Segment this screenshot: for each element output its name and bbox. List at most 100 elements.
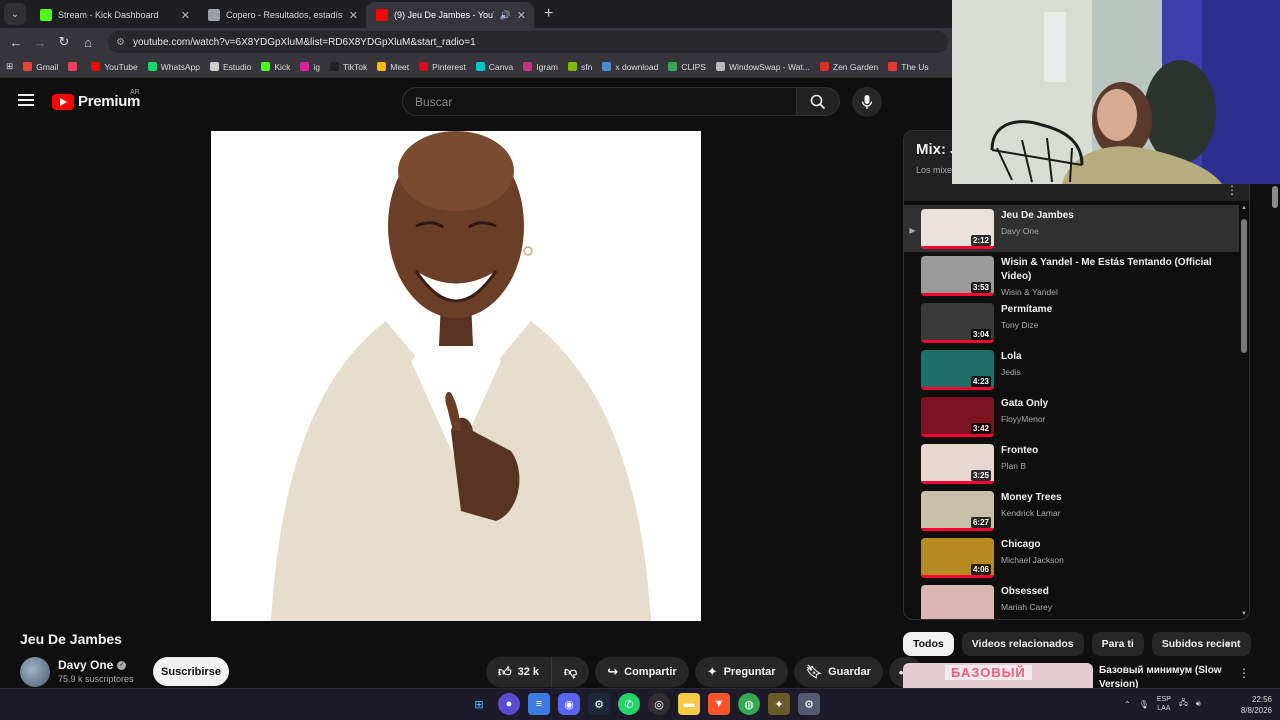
game-icon[interactable]: ✦ — [768, 693, 790, 715]
bookmark-item[interactable]: YouTube — [91, 62, 138, 72]
save-button[interactable]: 🔖︎ Guardar — [793, 657, 883, 687]
subscribe-button[interactable]: Suscribirse — [153, 657, 229, 686]
playlist-item[interactable]: 3:04 Permítame Tony Dize — [904, 299, 1239, 346]
forward-icon[interactable]: → — [28, 35, 52, 50]
search-button[interactable] — [796, 87, 840, 116]
bookmark-item[interactable]: CLIPS — [668, 62, 706, 72]
tab-youtube[interactable]: (9) Jeu De Jambes - YouTub 🔊 ✕ — [366, 2, 534, 28]
playlist-item-thumbnail[interactable]: 4:23 — [921, 350, 994, 390]
filter-chip[interactable]: Todos — [903, 632, 954, 656]
playlist-item-thumbnail[interactable]: 2:12 — [921, 209, 994, 249]
settings-icon[interactable]: ⚙ — [798, 693, 820, 715]
page-scroll-thumb[interactable] — [1272, 186, 1278, 208]
speaker-icon[interactable]: 🔊 — [500, 10, 511, 21]
bookmark-item[interactable]: WindowSwap - Wat... — [715, 62, 810, 72]
bookmark-item[interactable]: WhatsApp — [147, 62, 200, 72]
obs-icon[interactable]: ◎ — [648, 693, 670, 715]
chrome-icon[interactable]: ◍ — [738, 693, 760, 715]
steam-icon[interactable]: ⚙ — [588, 693, 610, 715]
scroll-up-icon[interactable]: ▲ — [1241, 205, 1247, 211]
playlist-item[interactable]: 3:42 Gata Only FloyyMenor — [904, 393, 1239, 440]
playlist-scroll-thumb[interactable] — [1241, 219, 1247, 353]
volume-icon[interactable]: 🔊︎ — [1196, 699, 1201, 709]
discord-icon[interactable]: ◉ — [558, 693, 580, 715]
related-video-thumbnail[interactable]: БАЗОВЫЙ — [903, 663, 1093, 689]
bookmark-item[interactable]: sfn — [568, 62, 592, 72]
dislike-button[interactable]: 👎︎ — [552, 657, 590, 687]
close-tab-icon[interactable]: ✕ — [181, 9, 190, 22]
notes-icon[interactable]: ≡ — [528, 693, 550, 715]
chevron-right-icon[interactable]: › — [1226, 635, 1231, 651]
app-icon[interactable]: ● — [498, 693, 520, 715]
playlist-item[interactable]: 3:25 Fronteo Plan B — [904, 440, 1239, 487]
voice-search-button[interactable] — [852, 87, 882, 117]
ask-button[interactable]: ✦ Preguntar — [694, 657, 788, 687]
scroll-down-icon[interactable]: ▼ — [1241, 611, 1247, 617]
page-scrollbar[interactable] — [1270, 184, 1280, 688]
playlist-item-thumbnail[interactable]: 3:25 — [921, 444, 994, 484]
bookmark-item[interactable]: Estudio — [209, 62, 251, 72]
bookmark-item[interactable]: Kick — [261, 62, 290, 72]
playlist-item-thumbnail[interactable]: 4:06 — [921, 538, 994, 578]
close-tab-icon[interactable]: ✕ — [517, 9, 526, 22]
menu-icon[interactable] — [18, 94, 34, 106]
chevron-up-icon[interactable]: ⌃ — [1124, 700, 1131, 709]
tab-copero[interactable]: Copero - Resultados, estadístic ✕ — [198, 2, 366, 28]
new-tab-button[interactable]: + — [544, 5, 553, 23]
tab-search-button[interactable]: ⌄ — [4, 3, 26, 25]
back-icon[interactable]: ← — [4, 35, 28, 50]
tab-kick-dashboard[interactable]: Stream - Kick Dashboard ✕ — [30, 2, 198, 28]
related-more-icon[interactable]: ⋮ — [1238, 666, 1250, 680]
channel-avatar[interactable] — [20, 657, 50, 687]
address-bar[interactable]: ⚙ youtube.com/watch?v=6X8YDGpXluM&list=R… — [108, 31, 948, 53]
bookmark-item[interactable]: Canva — [475, 62, 513, 72]
kick-favicon-icon — [40, 9, 52, 21]
playlist-item-thumbnail[interactable]: 3:42 — [921, 397, 994, 437]
bookmark-item[interactable]: Gmail — [23, 62, 58, 72]
bookmark-item[interactable] — [68, 62, 81, 71]
playlist-item[interactable]: 3:53 Wisin & Yandel - Me Estás Tentando (… — [904, 252, 1239, 299]
apps-icon[interactable]: ⊞ — [6, 61, 13, 72]
microphone-tray-icon[interactable]: 🎙︎ — [1139, 700, 1149, 709]
filter-chip[interactable]: Subidos recient — [1151, 632, 1251, 656]
share-button[interactable]: ↪ Compartir — [595, 657, 689, 687]
playlist-item-meta: Obsessed Mariah Carey — [1001, 585, 1221, 612]
youtube-premium-logo[interactable]: Premium AR — [52, 89, 140, 110]
bookmark-item[interactable]: ig — [300, 62, 320, 72]
playlist-scrollbar[interactable]: ▲ ▼ — [1241, 205, 1247, 619]
home-icon[interactable]: ⌂ — [76, 35, 100, 50]
video-player[interactable] — [211, 131, 701, 621]
playlist-more-icon[interactable]: ⋮ — [1226, 183, 1238, 197]
like-button[interactable]: 👍︎ 32 k — [486, 657, 553, 687]
channel-name-link[interactable]: Davy One ✓ — [58, 658, 127, 672]
bookmark-item[interactable]: The Us — [888, 62, 929, 72]
playlist-item-thumbnail[interactable] — [921, 585, 994, 619]
folder-icon[interactable]: ▬ — [678, 693, 700, 715]
playlist-item[interactable]: 6:27 Money Trees Kendrick Lamar — [904, 487, 1239, 534]
filter-chip[interactable]: Para ti — [1091, 632, 1144, 656]
bookmark-item[interactable]: Igram — [523, 62, 558, 72]
whatsapp-icon[interactable]: ✆ — [618, 693, 640, 715]
brave-icon[interactable]: ▼ — [708, 693, 730, 715]
language-indicator[interactable]: ESP LAA — [1157, 695, 1171, 713]
search-input[interactable]: Buscar — [402, 87, 796, 116]
playlist-item[interactable]: 4:06 Chicago Michael Jackson — [904, 534, 1239, 581]
bookmark-item[interactable]: TikTok — [330, 62, 367, 72]
bookmark-item[interactable]: Meet — [377, 62, 409, 72]
bookmark-item[interactable]: Zen Garden — [819, 62, 878, 72]
reload-icon[interactable]: ↻ — [52, 34, 76, 50]
close-tab-icon[interactable]: ✕ — [349, 9, 358, 22]
filter-chip[interactable]: Videos relacionados — [961, 632, 1084, 656]
site-info-icon[interactable]: ⚙ — [116, 37, 125, 48]
windows-start-icon[interactable]: ⊞ — [468, 693, 490, 715]
playlist-item-thumbnail[interactable]: 6:27 — [921, 491, 994, 531]
bookmark-item[interactable]: Pinterest — [419, 62, 466, 72]
playlist-item-thumbnail[interactable]: 3:04 — [921, 303, 994, 343]
system-clock[interactable]: 22:56 8/8/2026 — [1224, 694, 1272, 716]
playlist-item[interactable]: Obsessed Mariah Carey — [904, 581, 1239, 619]
bookmark-item[interactable]: x download — [602, 62, 658, 72]
playlist-item[interactable]: 4:23 Lola Jedis — [904, 346, 1239, 393]
playlist-item[interactable]: ▶ 2:12 Jeu De Jambes Davy One — [904, 205, 1239, 252]
playlist-item-thumbnail[interactable]: 3:53 — [921, 256, 994, 296]
network-icon[interactable]: 🖧︎ — [1179, 697, 1188, 711]
